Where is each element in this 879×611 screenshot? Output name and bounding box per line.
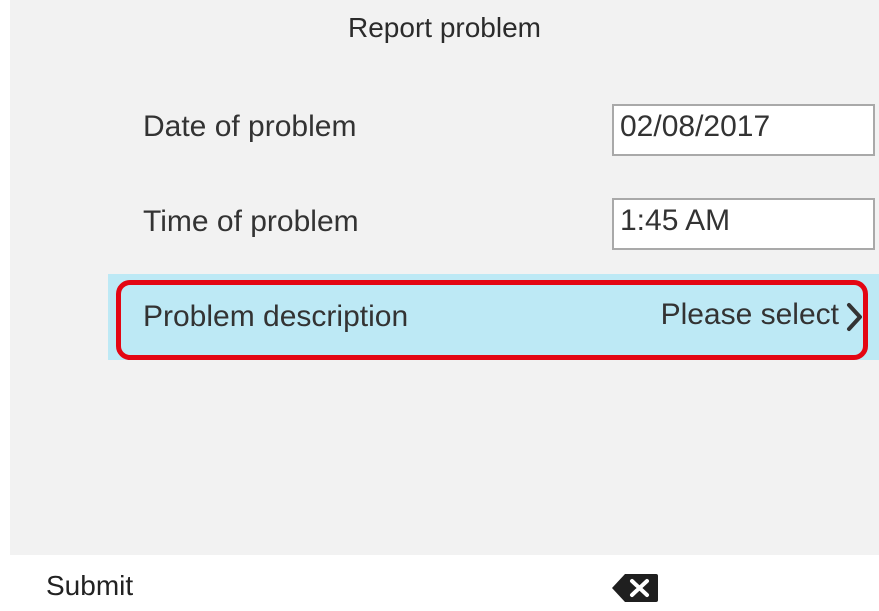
backspace-icon[interactable]	[611, 571, 659, 605]
submit-softkey[interactable]: Submit	[46, 570, 133, 602]
problem-description-value[interactable]: Please select	[661, 298, 839, 332]
problem-description-label: Problem description	[143, 300, 409, 333]
time-field[interactable]: 1:45 AM	[612, 198, 875, 250]
date-field[interactable]: 02/08/2017	[612, 104, 875, 156]
chevron-right-icon[interactable]	[845, 300, 865, 334]
date-label: Date of problem	[143, 110, 357, 143]
time-label: Time of problem	[143, 205, 359, 238]
page-title: Report problem	[348, 12, 541, 43]
phone-screen: Report problem Date of problem 02/08/201…	[0, 0, 879, 611]
